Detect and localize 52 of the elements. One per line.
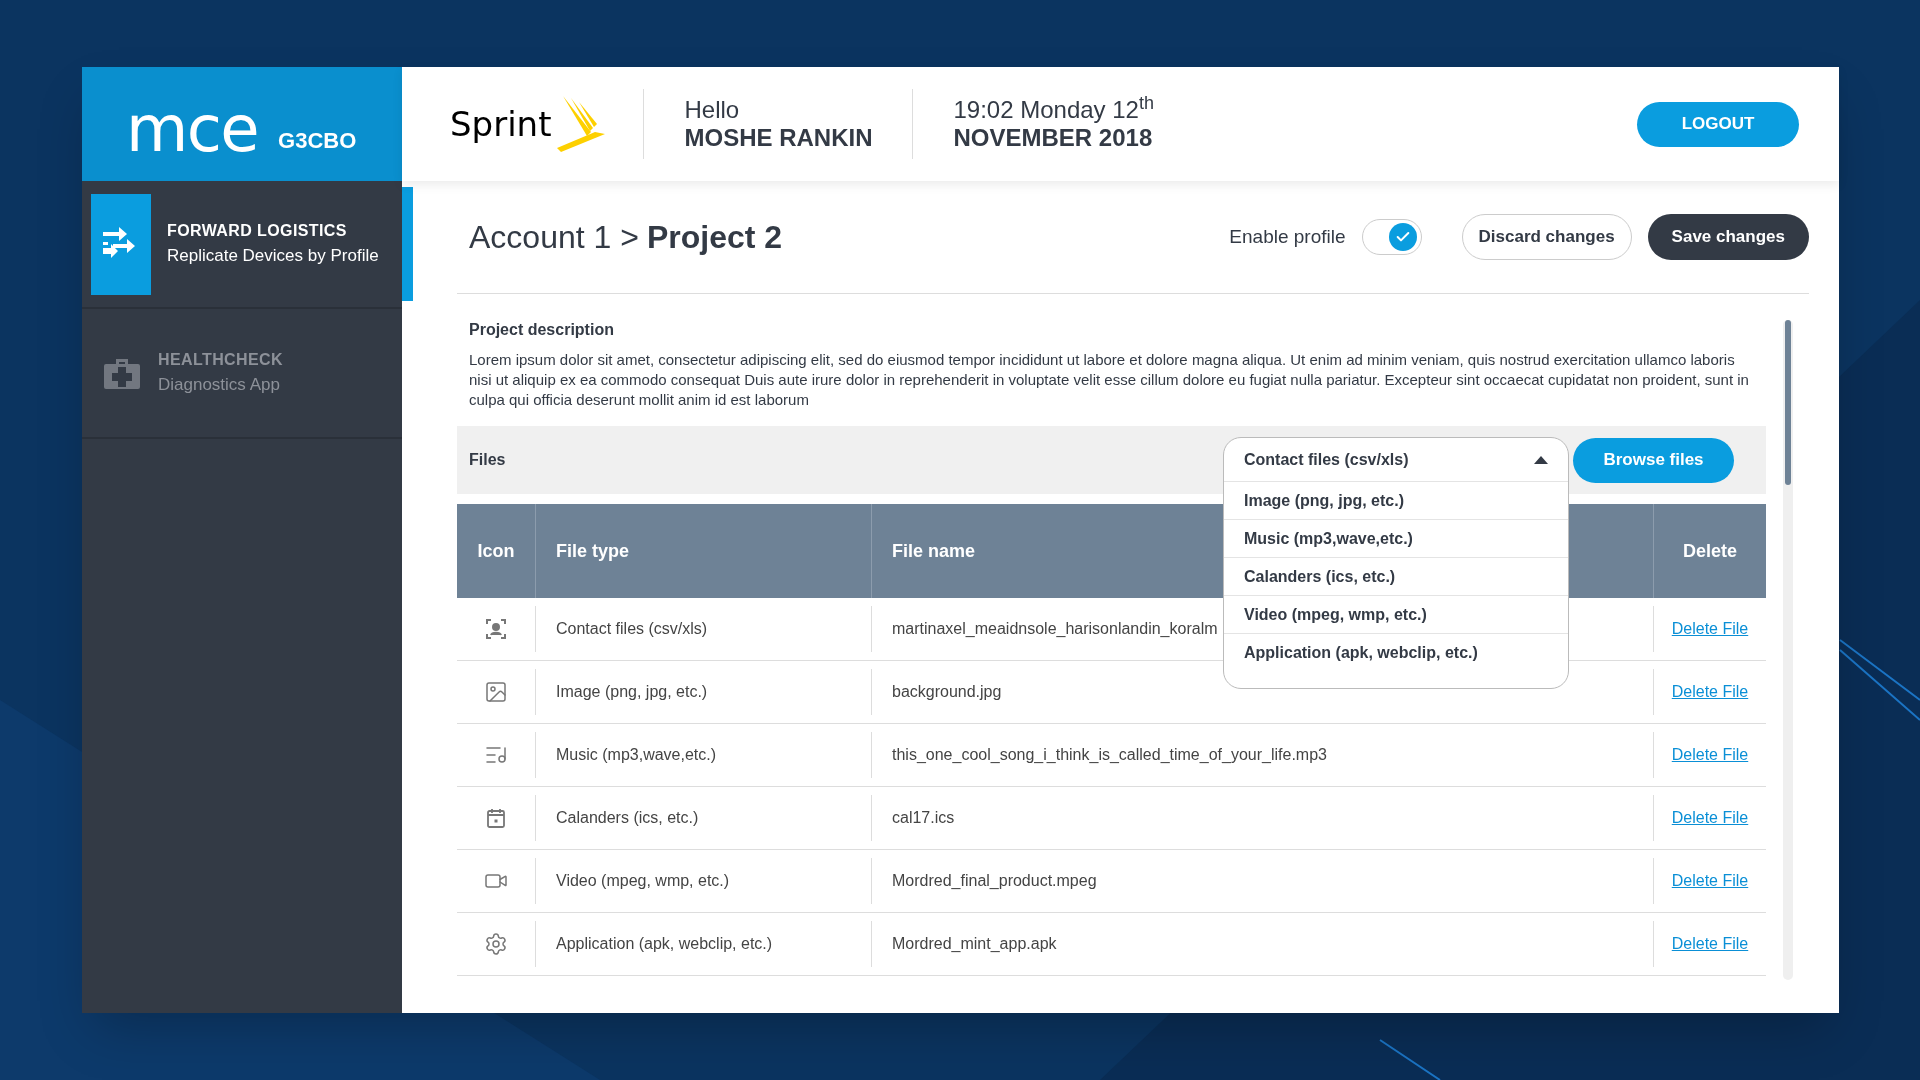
dropdown-option[interactable]: Calanders (ics, etc.) bbox=[1224, 558, 1568, 596]
item-title: HEALTHCHECK bbox=[158, 350, 283, 371]
delete-link[interactable]: Delete File bbox=[1671, 869, 1749, 893]
date-time: 19:02 Monday 12$^{th}$ bbox=[953, 96, 1154, 124]
table-cell: cal17.ics bbox=[871, 795, 1653, 841]
item-subtitle: Diagnostics App bbox=[158, 374, 281, 397]
file-type-dropdown[interactable]: Contact files (csv/xls) Image (png, jpg, etc.) Music (mp3,wave,etc.) Calanders (ics, etc.) Video (mpeg, wmp, etc.) Application (apk, webclip, etc.) bbox=[1223, 437, 1569, 689]
dropdown-value: Contact files (csv/xls) bbox=[1244, 449, 1410, 470]
column-header: Icon bbox=[476, 539, 516, 563]
table-cell: Image (png, jpg, etc.) bbox=[535, 669, 871, 715]
save-button[interactable]: Save changes bbox=[1647, 214, 1809, 260]
column-header: File type bbox=[535, 504, 871, 598]
dropdown-option[interactable]: Application (apk, webclip, etc.) bbox=[1224, 634, 1568, 672]
table-cell: Application (apk, webclip, etc.) bbox=[535, 921, 871, 967]
account-code: G3CBO bbox=[278, 127, 357, 155]
scrollbar[interactable] bbox=[1782, 320, 1793, 980]
table-cell: this_one_cool_song_i_think_is_called_time_of_your_life.mp3 bbox=[871, 732, 1653, 778]
table-cell: Calanders (ics, etc.) bbox=[535, 795, 871, 841]
brand-logo: mce bbox=[126, 101, 259, 157]
greeting: Hello bbox=[684, 96, 741, 124]
calendar-icon bbox=[484, 806, 508, 830]
delete-link[interactable]: Delete File bbox=[1671, 617, 1749, 641]
user-scan-icon bbox=[484, 617, 508, 641]
table-cell: Mordred_mint_app.apk bbox=[871, 921, 1653, 967]
table-cell: Music (mp3,wave,etc.) bbox=[535, 732, 871, 778]
section-title: Project description bbox=[469, 320, 615, 340]
enable-profile-label: Enable profile bbox=[1229, 224, 1346, 249]
breadcrumb-parent[interactable]: Account 1 > bbox=[469, 213, 639, 261]
image-icon bbox=[484, 680, 508, 704]
caret-icon bbox=[1534, 455, 1548, 464]
item-title: FORWARD LOGISTICS bbox=[167, 221, 348, 242]
delete-link[interactable]: Delete File bbox=[1671, 743, 1749, 767]
user-name: MOSHE RANKIN bbox=[684, 124, 873, 152]
dropdown-option[interactable]: Video (mpeg, wmp, etc.) bbox=[1224, 596, 1568, 634]
breadcrumb-current: Project 2 bbox=[646, 218, 783, 257]
table-cell: background.jpg bbox=[871, 669, 1653, 715]
table-cell: Mordred_final_product.mpeg bbox=[871, 858, 1653, 904]
delete-link[interactable]: Delete File bbox=[1671, 932, 1749, 956]
item-subtitle: Replicate Devices by Profile bbox=[167, 245, 379, 268]
sidebar-item[interactable]: FORWARD LOGISTICS Replicate Devices by Profile bbox=[82, 181, 402, 309]
delete-link[interactable]: Delete File bbox=[1671, 680, 1749, 704]
files-label: Files bbox=[469, 450, 506, 470]
settings-icon bbox=[484, 932, 508, 956]
table-cell: Video (mpeg, wmp, etc.) bbox=[535, 858, 871, 904]
dropdown-option[interactable]: Image (png, jpg, etc.) bbox=[1224, 482, 1568, 520]
description-text: Lorem ipsum dolor sit amet, consectetur adipiscing elit, sed do eiusmod tempor incididunt ut labore et dolore magna aliqua. Ut enim ad minim veniam, quis nostrud exercitation ullamco laboris nisi ut aliquip ex ea commodo consequat Duis aute irure dolor in reprehenderit in voluptate velit esse cillum dolore eu fugiat nulla pariatur. Excepteur sint occaecat cupidatat non proident, sunt in culpa qui officia deserunt mollit anim id est laborum bbox=[469, 350, 1750, 410]
dropdown-option[interactable]: Music (mp3,wave,etc.) bbox=[1224, 520, 1568, 558]
delete-link[interactable]: Delete File bbox=[1671, 806, 1749, 830]
carrier-name: Sprint bbox=[450, 102, 552, 146]
table-cell: Contact files (csv/xls) bbox=[535, 606, 871, 652]
column-header: Delete bbox=[1653, 504, 1766, 598]
date: NOVEMBER 2018 bbox=[953, 124, 1154, 152]
